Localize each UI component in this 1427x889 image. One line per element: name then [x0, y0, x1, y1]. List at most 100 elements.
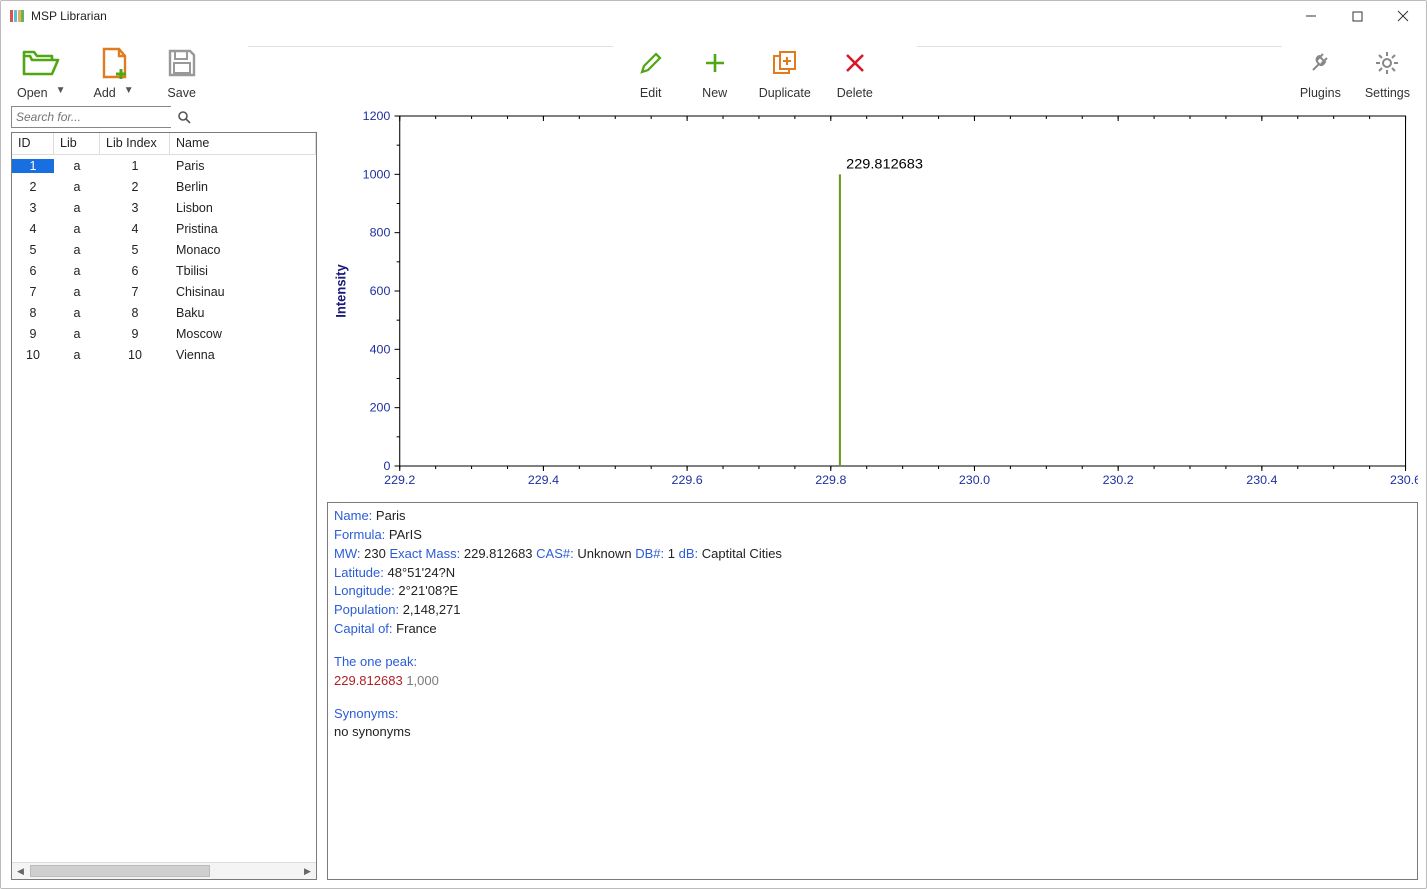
- cell-id: 4: [12, 222, 54, 236]
- edit-button[interactable]: Edit: [631, 46, 671, 100]
- header-name[interactable]: Name: [170, 133, 316, 154]
- cell-name: Berlin: [170, 180, 316, 194]
- cell-lib: a: [54, 222, 100, 236]
- close-button[interactable]: [1380, 1, 1426, 31]
- value-longitude: 2°21'08?E: [398, 583, 458, 598]
- value-capital-of: France: [396, 621, 436, 636]
- open-button[interactable]: Open ▼: [17, 46, 66, 100]
- label-capital-of: Capital of:: [334, 621, 393, 636]
- table-row[interactable]: 2a2Berlin: [12, 176, 316, 197]
- scrollbar-thumb[interactable]: [30, 865, 210, 877]
- cell-id: 7: [12, 285, 54, 299]
- label-name: Name:: [334, 508, 372, 523]
- label-dbnum: DB#:: [635, 546, 664, 561]
- cell-libindex: 8: [100, 306, 170, 320]
- cell-id: 1: [12, 159, 54, 173]
- table-row[interactable]: 7a7Chisinau: [12, 281, 316, 302]
- header-libindex[interactable]: Lib Index: [100, 133, 170, 154]
- value-cas: Unknown: [577, 546, 631, 561]
- cell-libindex: 5: [100, 243, 170, 257]
- search-field[interactable]: [11, 106, 171, 128]
- file-add-icon: [99, 46, 129, 80]
- svg-text:230.4: 230.4: [1246, 473, 1277, 487]
- delete-button[interactable]: Delete: [835, 46, 875, 100]
- maximize-button[interactable]: [1334, 1, 1380, 31]
- save-label: Save: [167, 86, 196, 100]
- plug-icon: [1307, 46, 1333, 80]
- cell-libindex: 9: [100, 327, 170, 341]
- svg-text:229.6: 229.6: [672, 473, 703, 487]
- delete-icon: [844, 46, 866, 80]
- label-synonyms: Synonyms:: [334, 706, 398, 721]
- horizontal-scrollbar[interactable]: ◀ ▶: [12, 862, 316, 879]
- cell-libindex: 3: [100, 201, 170, 215]
- minimize-button[interactable]: [1288, 1, 1334, 31]
- peak-intensity: 1,000: [406, 673, 439, 688]
- label-one-peak: The one peak:: [334, 654, 417, 669]
- save-button[interactable]: Save: [162, 46, 202, 100]
- add-label: Add: [94, 86, 116, 100]
- value-formula: PArIS: [389, 527, 422, 542]
- table-row[interactable]: 5a5Monaco: [12, 239, 316, 260]
- value-dbnum: 1: [668, 546, 675, 561]
- svg-text:Intensity: Intensity: [333, 264, 348, 318]
- table-row[interactable]: 1a1Paris: [12, 155, 316, 176]
- label-db: dB:: [679, 546, 699, 561]
- toolbar-divider: [248, 46, 613, 47]
- scroll-right-arrow[interactable]: ▶: [299, 863, 316, 880]
- value-synonyms: no synonyms: [334, 724, 411, 739]
- duplicate-button[interactable]: Duplicate: [759, 46, 811, 100]
- value-db: Captital Cities: [702, 546, 782, 561]
- table-row[interactable]: 6a6Tbilisi: [12, 260, 316, 281]
- svg-text:230.2: 230.2: [1103, 473, 1134, 487]
- delete-label: Delete: [837, 86, 873, 100]
- duplicate-label: Duplicate: [759, 86, 811, 100]
- add-dropdown[interactable]: ▼: [124, 85, 134, 96]
- value-exact-mass: 229.812683: [464, 546, 533, 561]
- svg-text:229.812683: 229.812683: [846, 157, 923, 173]
- settings-button[interactable]: Settings: [1365, 46, 1410, 100]
- duplicate-icon: [771, 46, 799, 80]
- cell-lib: a: [54, 348, 100, 362]
- add-button[interactable]: Add ▼: [94, 46, 134, 100]
- search-input[interactable]: [12, 107, 177, 127]
- header-id[interactable]: ID: [12, 133, 54, 154]
- app-icon: [9, 8, 25, 24]
- cell-id: 6: [12, 264, 54, 278]
- svg-text:229.8: 229.8: [815, 473, 846, 487]
- plugins-button[interactable]: Plugins: [1300, 46, 1341, 100]
- svg-text:230.0: 230.0: [959, 473, 990, 487]
- save-icon: [167, 46, 197, 80]
- open-dropdown[interactable]: ▼: [56, 85, 66, 96]
- toolbar: Open ▼ Add ▼ Save: [1, 31, 1426, 106]
- cell-id: 10: [12, 348, 54, 362]
- window-title: MSP Librarian: [31, 9, 107, 23]
- table-row[interactable]: 3a3Lisbon: [12, 197, 316, 218]
- cell-id: 8: [12, 306, 54, 320]
- svg-text:1000: 1000: [363, 168, 391, 182]
- header-lib[interactable]: Lib: [54, 133, 100, 154]
- cell-name: Pristina: [170, 222, 316, 236]
- scroll-left-arrow[interactable]: ◀: [12, 863, 29, 880]
- cell-name: Tbilisi: [170, 264, 316, 278]
- table-row[interactable]: 8a8Baku: [12, 302, 316, 323]
- svg-text:200: 200: [370, 401, 391, 415]
- new-button[interactable]: New: [695, 46, 735, 100]
- table-row[interactable]: 10a10Vienna: [12, 344, 316, 365]
- value-population: 2,148,271: [403, 602, 461, 617]
- table-row[interactable]: 9a9Moscow: [12, 323, 316, 344]
- cell-name: Monaco: [170, 243, 316, 257]
- spectrum-chart[interactable]: 020040060080010001200229.2229.4229.6229.…: [327, 106, 1418, 496]
- table-row[interactable]: 4a4Pristina: [12, 218, 316, 239]
- cell-libindex: 4: [100, 222, 170, 236]
- cell-name: Baku: [170, 306, 316, 320]
- peak-mass: 229.812683: [334, 673, 403, 688]
- cell-id: 5: [12, 243, 54, 257]
- cell-lib: a: [54, 243, 100, 257]
- plugins-label: Plugins: [1300, 86, 1341, 100]
- folder-open-icon: [22, 46, 60, 80]
- gear-icon: [1374, 46, 1400, 80]
- detail-pane: Name: Paris Formula: PArIS MW: 230 Exact…: [327, 502, 1418, 880]
- search-icon[interactable]: [177, 110, 191, 124]
- library-grid[interactable]: ID Lib Lib Index Name 1a1Paris2a2Berlin3…: [11, 132, 317, 880]
